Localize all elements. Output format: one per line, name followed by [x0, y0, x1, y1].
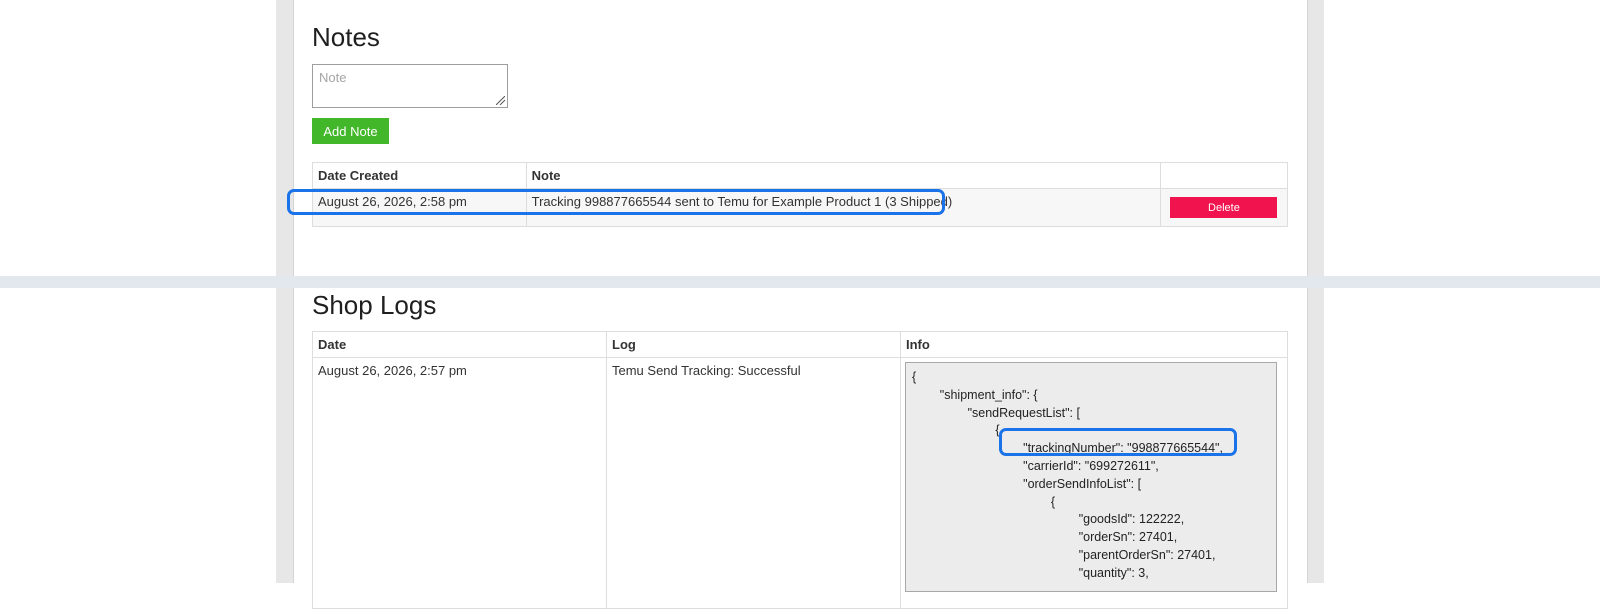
- shop-logs-table: Date Log Info August 26, 2026, 2:57 pm T…: [312, 331, 1288, 609]
- left-gutter: [276, 0, 294, 583]
- note-row-highlight: [287, 189, 945, 215]
- right-gutter: [1306, 0, 1324, 583]
- log-date-cell: August 26, 2026, 2:57 pm: [312, 357, 607, 609]
- json-line: {: [912, 494, 1056, 509]
- delete-note-button[interactable]: Delete: [1170, 197, 1278, 218]
- json-line: "quantity": 3,: [912, 565, 1149, 580]
- notes-title: Notes: [312, 22, 380, 52]
- section-separator: [0, 276, 1600, 288]
- json-line: "sendRequestList": [: [912, 405, 1080, 420]
- logs-header-row: Date Log Info: [312, 331, 1288, 358]
- table-row: August 26, 2026, 2:57 pm Temu Send Track…: [312, 357, 1288, 609]
- log-info-cell: { "shipment_info": { "sendRequestList": …: [900, 357, 1288, 609]
- json-line: "goodsId": 122222,: [912, 512, 1185, 527]
- column-header-info: Info: [900, 331, 1288, 358]
- notes-panel: Notes Add Note Date Created Note August …: [293, 0, 1308, 276]
- column-header-log: Log: [606, 331, 901, 358]
- note-actions-cell: Delete: [1160, 188, 1288, 227]
- json-line: "orderSendInfoList": [: [912, 476, 1142, 491]
- log-message-cell: Temu Send Tracking: Successful: [606, 357, 901, 609]
- info-json-box[interactable]: { "shipment_info": { "sendRequestList": …: [905, 362, 1277, 592]
- column-header-actions: [1160, 162, 1288, 189]
- json-line: {: [912, 370, 917, 384]
- json-line: "parentOrderSn": 27401,: [912, 547, 1216, 562]
- json-line: "carrierId": "699272611",: [912, 458, 1159, 473]
- json-line: "shipment_info": {: [912, 387, 1038, 402]
- tracking-number-highlight: [999, 428, 1237, 456]
- note-input[interactable]: [312, 64, 508, 108]
- shop-logs-title: Shop Logs: [312, 290, 437, 320]
- add-note-button[interactable]: Add Note: [312, 118, 389, 144]
- column-header-note: Note: [525, 162, 1162, 189]
- json-line: "orderSn": 27401,: [912, 530, 1178, 545]
- notes-header-row: Date Created Note: [312, 162, 1288, 189]
- resize-grip-icon[interactable]: [496, 96, 505, 105]
- column-header-date: Date: [312, 331, 607, 358]
- column-header-date-created: Date Created: [312, 162, 527, 189]
